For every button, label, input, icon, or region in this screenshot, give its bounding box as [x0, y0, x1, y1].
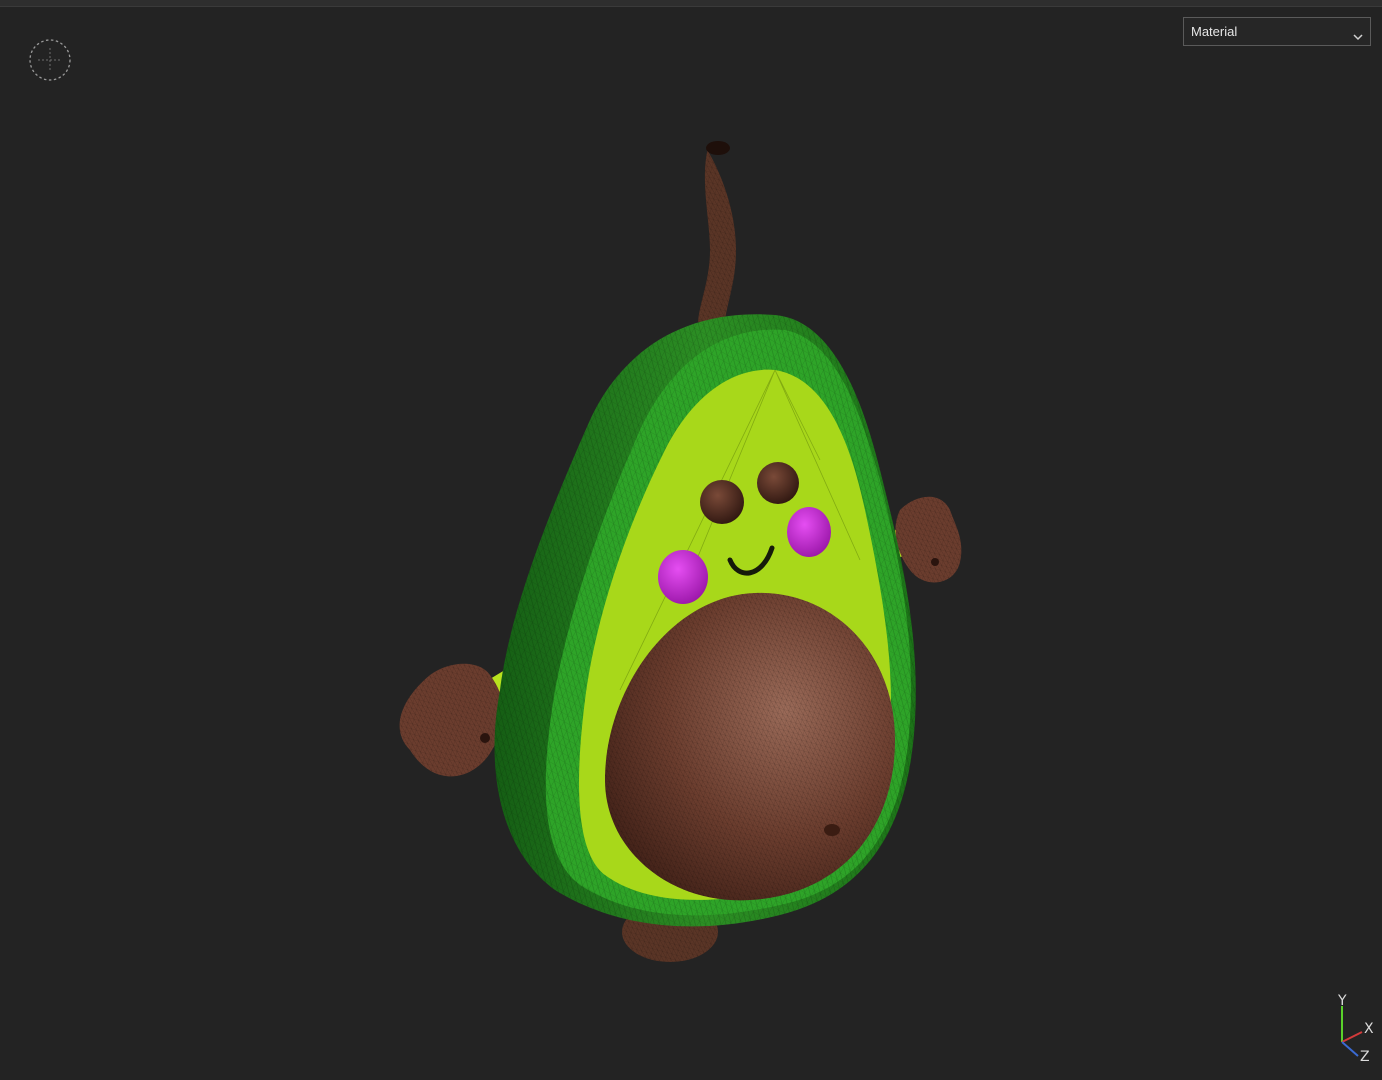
shading-mode-value: Material: [1191, 24, 1238, 39]
chevron-down-icon: [1352, 25, 1364, 41]
axis-x-label: X: [1364, 1021, 1374, 1037]
stem: [698, 141, 736, 322]
axis-y-label: Y: [1338, 993, 1347, 1009]
axis-z-label: Z: [1360, 1049, 1370, 1065]
top-toolbar-strip: [0, 0, 1382, 7]
shading-mode-dropdown[interactable]: Material: [1183, 17, 1371, 46]
avocado-model[interactable]: [380, 130, 980, 970]
orbit-gizmo-icon[interactable]: [29, 39, 71, 81]
axis-triad: Y X Z: [1322, 992, 1378, 1068]
3d-viewport[interactable]: Material Y X Z: [0, 0, 1382, 1080]
right-arm: [895, 496, 962, 583]
